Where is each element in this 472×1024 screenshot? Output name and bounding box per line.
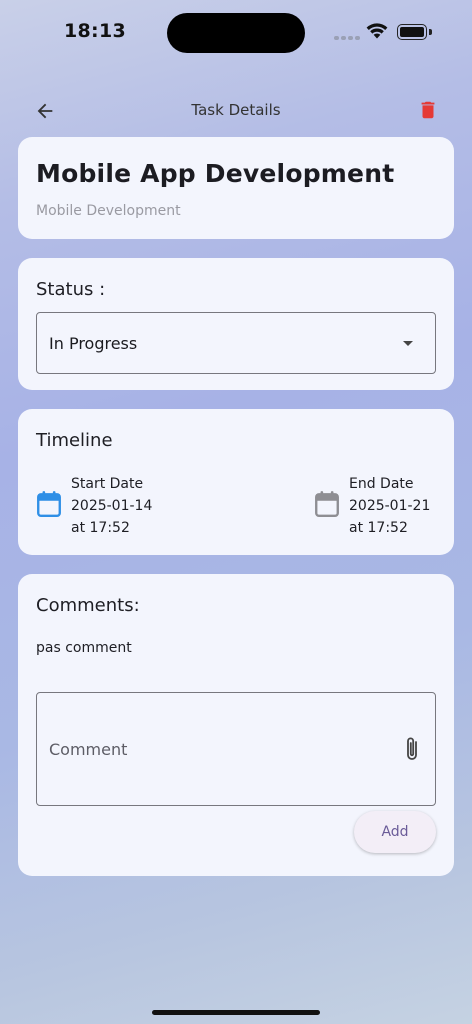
comment-item: pas comment xyxy=(36,640,132,656)
start-time-value: at 17:52 xyxy=(71,520,130,536)
trash-icon xyxy=(421,101,435,119)
add-comment-button[interactable]: Add xyxy=(354,811,436,853)
caret-down-icon xyxy=(403,341,413,346)
status-dropdown[interactable]: In Progress xyxy=(36,312,436,374)
status-bar: 18:13 xyxy=(0,0,472,66)
timeline-label: Timeline xyxy=(36,430,113,451)
status-label: Status : xyxy=(36,279,106,300)
comment-input[interactable]: Comment xyxy=(36,692,436,806)
dynamic-island xyxy=(167,13,305,53)
status-card: Status : In Progress xyxy=(18,258,454,390)
home-indicator xyxy=(152,1010,320,1015)
wifi-icon xyxy=(366,23,388,39)
task-title: Mobile App Development xyxy=(36,159,395,188)
battery-icon xyxy=(397,24,427,40)
comments-label: Comments: xyxy=(36,595,140,616)
task-header-card: Mobile App Development Mobile Developmen… xyxy=(18,137,454,239)
end-date-value: 2025-01-21 xyxy=(349,498,431,514)
comment-placeholder: Comment xyxy=(49,740,128,759)
task-category: Mobile Development xyxy=(36,203,181,219)
status-time: 18:13 xyxy=(64,20,126,42)
signal-icon xyxy=(334,36,360,40)
end-time-value: at 17:52 xyxy=(349,520,408,536)
comments-card: Comments: pas comment Comment Add xyxy=(18,574,454,876)
end-date-label: End Date xyxy=(349,476,414,492)
status-selected-value: In Progress xyxy=(49,334,138,353)
battery-tip xyxy=(429,29,432,35)
end-date: End Date 2025-01-21 at 17:52 xyxy=(314,473,430,539)
start-date-value: 2025-01-14 xyxy=(71,498,153,514)
app-bar: Task Details xyxy=(0,88,472,132)
timeline-card: Timeline Start Date 2025-01-14 at 17:52 … xyxy=(18,409,454,555)
page-title: Task Details xyxy=(191,101,281,119)
start-date: Start Date 2025-01-14 at 17:52 xyxy=(36,473,152,539)
paperclip-icon[interactable] xyxy=(403,735,421,763)
calendar-icon xyxy=(37,491,61,518)
delete-button[interactable] xyxy=(414,96,442,124)
start-date-label: Start Date xyxy=(71,476,144,492)
calendar-icon xyxy=(315,491,339,518)
